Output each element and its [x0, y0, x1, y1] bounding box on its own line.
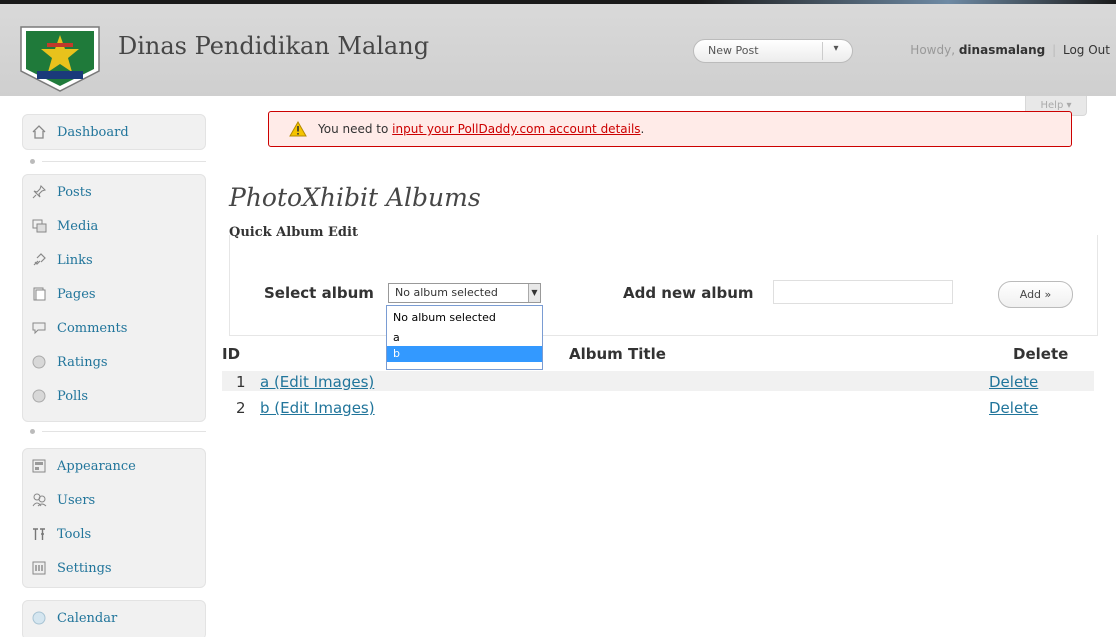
album-id: 2 [236, 399, 246, 417]
edit-images-link[interactable]: b (Edit Images) [260, 399, 375, 417]
ratings-icon [31, 354, 47, 370]
new-post-action[interactable]: New Post [708, 44, 759, 57]
sidebar-item-label: Settings [57, 560, 112, 576]
dropdown-arrow-icon[interactable]: ▼ [528, 284, 540, 302]
album-option[interactable]: a [387, 330, 542, 346]
logout-link[interactable]: Log Out [1063, 43, 1110, 57]
delete-album-link[interactable]: Delete [989, 399, 1038, 417]
sidebar-item-label: Calendar [57, 610, 118, 626]
column-header-delete: Delete [1013, 345, 1069, 363]
sidebar-item-comments[interactable]: Comments [23, 311, 205, 345]
polldaddy-account-link[interactable]: input your PollDaddy.com account details [392, 122, 640, 136]
table-row: 1 a (Edit Images) Delete [222, 371, 1094, 391]
username-link[interactable]: dinasmalang [959, 43, 1045, 57]
delete-album-link[interactable]: Delete [989, 373, 1038, 391]
appearance-icon [31, 458, 47, 474]
favorite-actions-dropdown[interactable]: New Post ▾ [693, 39, 853, 63]
sidebar-item-label: Posts [57, 184, 92, 200]
sidebar-item-label: Tools [57, 526, 92, 542]
notice-text: You need to input your PollDaddy.com acc… [318, 122, 644, 136]
sidebar-item-label: Links [57, 252, 93, 268]
settings-icon [31, 560, 47, 576]
polls-icon [31, 388, 47, 404]
sidebar-item-label: Dashboard [57, 124, 129, 140]
edit-images-link[interactable]: a (Edit Images) [260, 373, 374, 391]
column-header-id: ID [222, 345, 241, 363]
users-icon [31, 492, 47, 508]
sidebar-item-label: Polls [57, 388, 89, 404]
sidebar-item-label: Ratings [57, 354, 108, 370]
menu-group-dashboard: Dashboard [22, 114, 206, 150]
page-title: PhotoXhibit Albums [229, 183, 481, 212]
sidebar-item-users[interactable]: Users [23, 483, 205, 517]
separator-dot [30, 159, 35, 164]
pushpin-icon [31, 184, 47, 200]
menu-group-plugins: Calendar [22, 600, 206, 637]
home-icon [31, 124, 47, 140]
album-select-value: No album selected [395, 286, 498, 299]
add-new-album-label: Add new album [623, 284, 754, 302]
comment-icon [31, 320, 47, 336]
admin-header: Dinas Pendidikan Malang New Post ▾ Howdy… [0, 0, 1116, 96]
sidebar-item-posts[interactable]: Posts [23, 175, 205, 209]
sidebar-item-ratings[interactable]: Ratings [23, 345, 205, 379]
sidebar-item-appearance[interactable]: Appearance [23, 449, 205, 483]
notice-suffix: . [640, 122, 645, 136]
sidebar-item-settings[interactable]: Settings [23, 551, 205, 585]
table-row: 2 b (Edit Images) Delete [222, 397, 1094, 417]
user-info-separator: | [1052, 43, 1057, 57]
sidebar-item-calendar[interactable]: Calendar [23, 601, 205, 635]
user-info: Howdy, dinasmalang | Log Out [910, 43, 1110, 57]
sidebar-item-polls[interactable]: Polls [23, 379, 205, 413]
polldaddy-notice: You need to input your PollDaddy.com acc… [268, 111, 1072, 147]
header-accent-line [696, 0, 1116, 4]
add-album-button[interactable]: Add » [998, 281, 1073, 308]
site-title[interactable]: Dinas Pendidikan Malang [118, 32, 429, 60]
greeting-text: Howdy, [910, 43, 956, 57]
media-icon [31, 218, 47, 234]
menu-separator [22, 156, 206, 168]
album-select[interactable]: No album selected ▼ [388, 283, 541, 303]
sidebar-item-media[interactable]: Media [23, 209, 205, 243]
sidebar-item-label: Media [57, 218, 99, 234]
menu-group-settings: Appearance Users Tools Settings [22, 448, 206, 588]
sidebar-item-tools[interactable]: Tools [23, 517, 205, 551]
notice-prefix: You need to [318, 122, 393, 136]
sidebar-item-dashboard[interactable]: Dashboard [23, 115, 205, 149]
separator-dot [30, 429, 35, 434]
city-crest-logo-icon[interactable] [17, 21, 103, 93]
sidebar-item-links[interactable]: Links [23, 243, 205, 277]
sidebar-item-label: Users [57, 492, 96, 508]
album-id: 1 [236, 373, 246, 391]
tools-icon [31, 526, 47, 542]
link-icon [31, 252, 47, 268]
select-album-label: Select album [264, 284, 374, 302]
album-option-highlighted[interactable]: b [387, 346, 542, 362]
favorite-divider [822, 42, 823, 60]
new-album-input[interactable] [773, 280, 953, 304]
sidebar-item-label: Appearance [57, 458, 136, 474]
calendar-icon [31, 610, 47, 626]
sidebar-item-label: Comments [57, 320, 128, 336]
page-icon [31, 286, 47, 302]
album-option[interactable]: No album selected [387, 306, 542, 330]
warning-icon [289, 121, 307, 137]
album-dropdown-list: No album selected a b [386, 305, 543, 370]
sidebar-item-label: Pages [57, 286, 96, 302]
menu-group-content: Posts Media Links Pages Comments Ratings… [22, 174, 206, 422]
chevron-down-icon[interactable]: ▾ [825, 43, 847, 54]
sidebar-item-pages[interactable]: Pages [23, 277, 205, 311]
admin-sidebar: Dashboard Posts Media Links Pages Commen… [0, 96, 215, 637]
column-header-album-title: Album Title [569, 345, 666, 363]
menu-separator [22, 426, 206, 438]
